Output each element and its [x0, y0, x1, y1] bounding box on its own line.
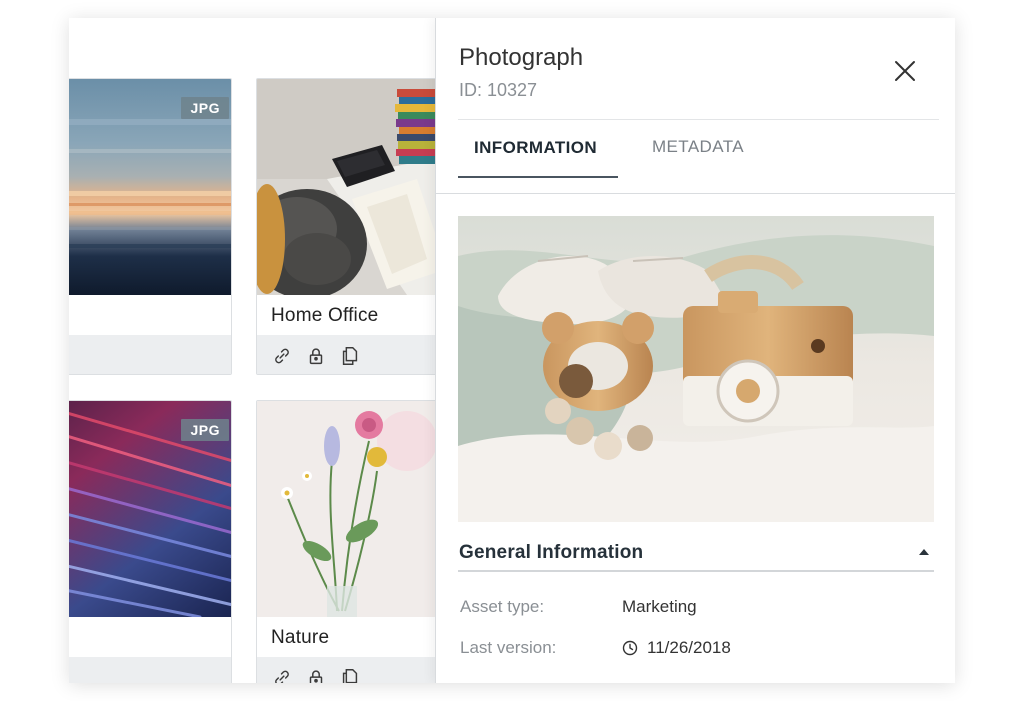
asset-thumbnail[interactable]	[257, 401, 435, 617]
asset-card[interactable]: Home Office	[256, 78, 435, 375]
info-label: Asset type:	[460, 597, 545, 616]
info-value: Marketing	[622, 597, 697, 617]
asset-grid: JPG Home Office JPG Nature	[69, 18, 435, 683]
caret-up-icon	[919, 549, 929, 555]
section-title: General Information	[459, 542, 644, 563]
tabs-divider	[436, 193, 955, 194]
general-information-header[interactable]: General Information	[458, 539, 934, 572]
tab-information[interactable]: INFORMATION	[474, 138, 597, 158]
header-divider	[458, 119, 939, 120]
link-icon[interactable]	[271, 345, 293, 367]
asset-thumbnail[interactable]	[257, 79, 435, 295]
baby-toys-photo	[458, 216, 934, 522]
card-actions	[69, 657, 231, 683]
file-type-badge: JPG	[181, 419, 229, 441]
card-actions	[257, 657, 435, 683]
asset-card[interactable]: JPG	[69, 400, 232, 683]
asset-title: Home Office	[271, 305, 379, 326]
lock-icon[interactable]	[305, 345, 327, 367]
asset-type-value: Marketing	[622, 597, 697, 616]
copy-icon[interactable]	[339, 667, 361, 684]
flowers-image	[257, 401, 435, 617]
last-version-date: 11/26/2018	[647, 638, 731, 657]
app-frame: JPG Home Office JPG Nature Photograph ID…	[69, 18, 955, 683]
active-tab-indicator	[458, 176, 618, 178]
asset-title: Nature	[271, 627, 330, 648]
clock-icon	[622, 640, 638, 656]
card-actions	[69, 335, 231, 374]
panel-title: Photograph	[459, 44, 584, 71]
card-actions	[257, 335, 435, 374]
asset-card[interactable]: Nature	[256, 400, 435, 683]
asset-id: ID: 10327	[459, 80, 538, 100]
tab-metadata[interactable]: METADATA	[652, 137, 744, 157]
copy-icon[interactable]	[339, 345, 361, 367]
asset-preview-image[interactable]	[458, 216, 934, 522]
link-icon[interactable]	[271, 667, 293, 684]
close-button[interactable]	[888, 54, 922, 88]
info-label: Last version:	[460, 638, 557, 657]
close-icon	[895, 61, 915, 81]
file-type-badge: JPG	[181, 97, 229, 119]
home-office-image	[257, 79, 435, 295]
lock-icon[interactable]	[305, 667, 327, 684]
info-value: 11/26/2018	[622, 638, 731, 658]
details-panel: Photograph ID: 10327 INFORMATION METADAT…	[435, 18, 955, 683]
asset-card[interactable]: JPG	[69, 78, 232, 375]
